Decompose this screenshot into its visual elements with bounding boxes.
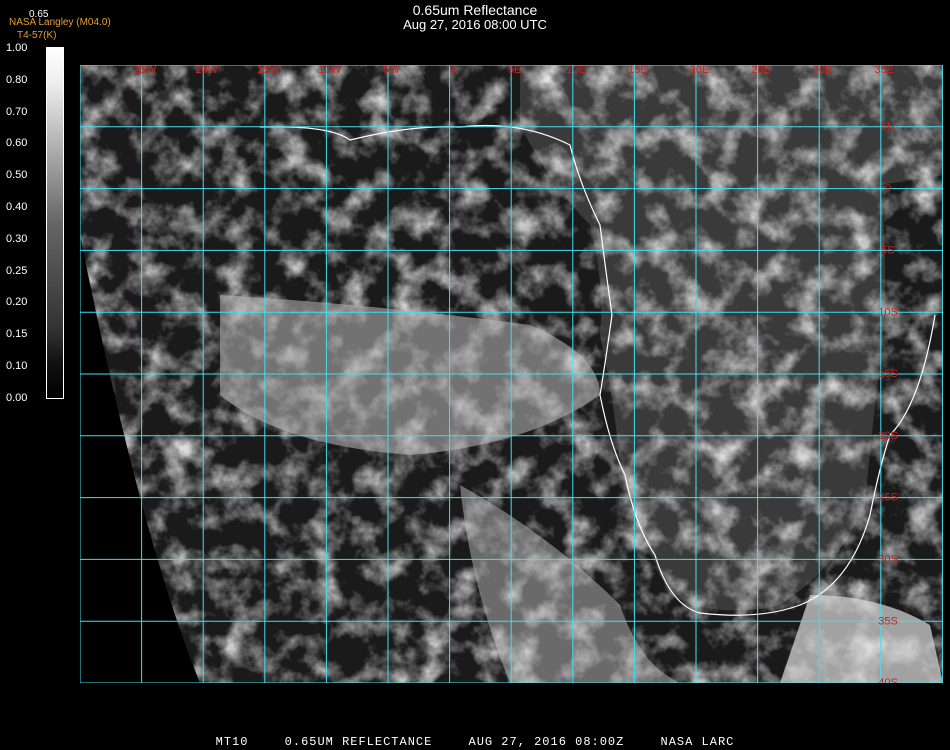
- longitude-label: 20E: [690, 65, 710, 76]
- image-title: 0.65um Reflectance: [412, 2, 538, 18]
- colorbar-label: 0.30: [6, 232, 28, 245]
- latitude-label: 20S: [878, 430, 898, 442]
- colorbar-label: 0.15: [6, 328, 28, 341]
- longitude-label: 15E: [628, 65, 648, 76]
- latitude-label: 40S: [878, 677, 898, 683]
- latitude-label: 10S: [878, 306, 898, 318]
- colorbar: [46, 47, 64, 399]
- colorbar-label: 1.00: [6, 42, 28, 54]
- longitude-label: 15W: [257, 65, 280, 76]
- footer-product: MT10: [215, 735, 249, 749]
- latitude-label: 5S: [881, 245, 894, 257]
- agency-label: NASA Langley (M04.0): [9, 17, 111, 28]
- footer-bar: MT10 0.65UM REFLECTANCE AUG 27, 2016 08:…: [0, 735, 950, 749]
- colorbar-label: 0.60: [6, 137, 28, 150]
- footer-timestamp: AUG 27, 2016 08:00Z: [468, 735, 625, 749]
- latitude-label: 35S: [878, 615, 898, 627]
- longitude-label: 10E: [566, 65, 586, 76]
- longitude-label: 10W: [318, 65, 341, 76]
- latitude-label: 15S: [878, 368, 898, 380]
- colorbar-label: 0.25: [6, 264, 28, 277]
- note-label: T4-57(K): [17, 30, 57, 41]
- longitude-label: 5E: [508, 65, 521, 76]
- colorbar-label: 0.50: [6, 169, 28, 182]
- longitude-label: 0: [450, 65, 456, 76]
- credit-block: 0.65 NASA Langley (M04.0) T4-57(K): [9, 9, 111, 42]
- longitude-label: 5W: [383, 65, 400, 76]
- colorbar-label: 0.10: [6, 360, 28, 372]
- longitude-label: 25E: [751, 65, 771, 76]
- image-datetime: Aug 27, 2016 08:00 UTC: [403, 17, 547, 32]
- latitude-label: 0: [885, 183, 891, 195]
- colorbar-label: 0.80: [6, 73, 28, 86]
- band-label: 0.65: [29, 9, 49, 20]
- longitude-label: 20W: [195, 65, 218, 76]
- longitude-label: 35E: [874, 65, 894, 76]
- longitude-label: 30E: [813, 65, 833, 76]
- latitude-label: 5N: [881, 121, 895, 133]
- longitude-label: 25W: [134, 65, 157, 76]
- colorbar-label: 0.40: [6, 201, 28, 213]
- footer-name: 0.65UM REFLECTANCE: [284, 735, 433, 749]
- colorbar-label: 0.70: [6, 105, 28, 118]
- footer-source: NASA LARC: [660, 735, 735, 749]
- colorbar-label: 0.20: [6, 296, 28, 309]
- colorbar-label: 0.00: [6, 391, 28, 404]
- latitude-label: 25S: [878, 492, 898, 504]
- latitude-label: 30S: [878, 554, 898, 566]
- satellite-map: 25W 20W 15W 10W 5W 0 5E 10E 15E 20E 25E 30E 35E 5N 0 5S…: [80, 65, 943, 683]
